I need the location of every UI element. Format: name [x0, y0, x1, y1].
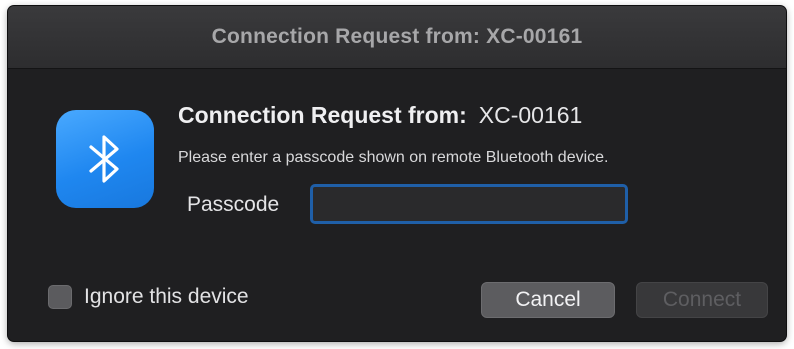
passcode-label: Passcode: [187, 193, 280, 216]
ignore-device-option[interactable]: Ignore this device: [48, 285, 249, 309]
ignore-device-checkbox[interactable]: [48, 285, 72, 309]
connect-button[interactable]: Connect: [636, 282, 768, 318]
request-heading: Connection Request from: XC-00161: [178, 102, 582, 129]
ignore-device-label[interactable]: Ignore this device: [84, 285, 249, 309]
window-title: Connection Request from: XC-00161: [211, 25, 583, 48]
bluetooth-icon: [56, 110, 154, 208]
passcode-input[interactable]: [310, 184, 628, 224]
connection-request-dialog: Connection Request from: XC-00161 Connec…: [8, 6, 786, 341]
passcode-instruction: Please enter a passcode shown on remote …: [178, 149, 609, 166]
request-heading-label: Connection Request from:: [178, 102, 467, 128]
device-name: XC-00161: [478, 102, 583, 128]
window-titlebar: Connection Request from: XC-00161: [8, 6, 786, 69]
cancel-button[interactable]: Cancel: [481, 282, 615, 318]
